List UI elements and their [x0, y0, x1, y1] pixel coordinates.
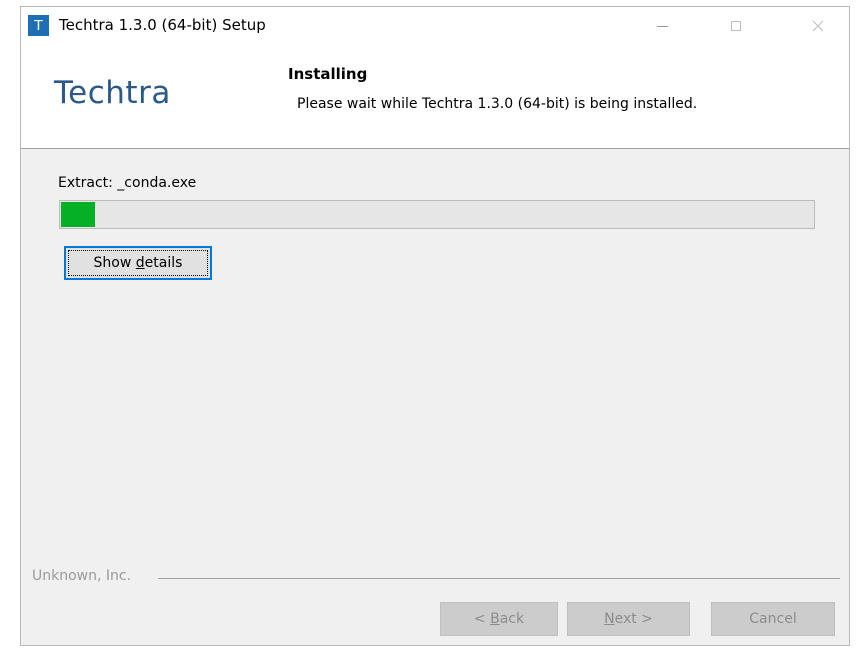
minimize-icon — [656, 25, 668, 27]
title-bar[interactable]: T Techtra 1.3.0 (64-bit) Setup — [21, 7, 849, 45]
maximize-icon — [731, 21, 741, 31]
company-name: Unknown, Inc. — [32, 568, 132, 584]
window-title: Techtra 1.3.0 (64-bit) Setup — [59, 16, 266, 34]
show-details-button[interactable]: Show details — [64, 246, 212, 280]
maximize-button[interactable] — [713, 7, 759, 45]
cancel-button-label: Cancel — [749, 611, 797, 627]
install-progress-bar — [59, 200, 815, 229]
cancel-button[interactable]: Cancel — [711, 602, 835, 636]
focus-ring — [68, 250, 208, 276]
brand-logo-text: Techtra — [54, 75, 171, 111]
page-title: Installing — [288, 65, 368, 83]
back-button[interactable]: < Back — [440, 602, 558, 636]
footer-divider — [158, 578, 840, 579]
setup-window: T Techtra 1.3.0 (64-bit) Setup Techtra I… — [20, 6, 850, 646]
close-icon — [812, 20, 824, 32]
next-button[interactable]: Next > — [567, 602, 690, 636]
minimize-button[interactable] — [639, 7, 685, 45]
progress-status-text: Extract: _conda.exe — [58, 175, 197, 191]
close-button[interactable] — [795, 7, 841, 45]
page-subtitle: Please wait while Techtra 1.3.0 (64-bit)… — [297, 96, 698, 112]
installer-header: Techtra Installing Please wait while Tec… — [21, 45, 849, 149]
app-t-icon: T — [28, 15, 49, 36]
progress-bar-fill — [61, 202, 95, 227]
back-button-label: < Back — [473, 611, 525, 627]
next-button-label: Next > — [604, 611, 653, 627]
